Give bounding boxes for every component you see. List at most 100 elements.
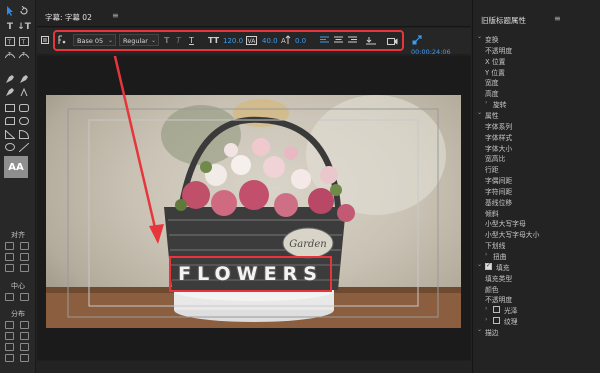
property-row[interactable]: 行距	[473, 164, 600, 174]
editor-menu-icon[interactable]: ≡	[112, 11, 119, 20]
background-video-sync-icon[interactable]	[412, 34, 422, 46]
vertical-path-type-icon[interactable]: T	[17, 48, 31, 60]
property-row[interactable]: 倾斜	[473, 208, 600, 218]
property-row[interactable]: 小型大写字母	[473, 218, 600, 228]
arc-icon[interactable]	[17, 128, 31, 140]
chevron-down-icon[interactable]: ⌄	[477, 261, 482, 268]
checkbox-checked[interactable]	[485, 262, 492, 270]
leading-value[interactable]: 0.0	[295, 37, 306, 45]
property-row[interactable]: 基线位移	[473, 197, 600, 207]
distribute-middle-icon[interactable]	[5, 343, 14, 351]
chevron-right-icon[interactable]: ›	[485, 316, 487, 323]
distribute-left-icon[interactable]	[5, 321, 14, 329]
delete-anchor-icon[interactable]	[3, 86, 17, 98]
center-vertical-icon[interactable]	[20, 293, 29, 301]
chevron-right-icon[interactable]: ›	[485, 251, 487, 258]
align-left-icon[interactable]	[5, 242, 14, 250]
toolbar-menu-icon[interactable]	[41, 34, 49, 46]
chevron-down-icon[interactable]: ⌄	[477, 33, 482, 40]
property-row[interactable]: 字体大小	[473, 143, 600, 153]
chevron-right-icon[interactable]: ›	[485, 305, 487, 312]
chevron-down-icon[interactable]: ⌄	[477, 326, 482, 333]
editor-tab-title[interactable]: 字幕: 字幕 02	[45, 12, 92, 23]
property-row[interactable]: 颜色	[473, 284, 600, 294]
pen-icon[interactable]	[3, 73, 17, 85]
distribute-top-icon[interactable]	[20, 332, 29, 340]
property-row[interactable]: ⌄ 属性	[473, 109, 600, 120]
property-row[interactable]: 字体系列	[473, 121, 600, 131]
show-background-video-icon[interactable]	[387, 34, 398, 46]
property-row[interactable]: 小型大写字母大小	[473, 229, 600, 239]
property-row[interactable]: 下划线	[473, 240, 600, 250]
area-type-icon[interactable]: T	[3, 35, 17, 47]
property-label: 字体系列	[485, 122, 513, 131]
property-row[interactable]: ⌄ 填充	[473, 261, 600, 272]
property-row[interactable]: › 纹理	[473, 316, 600, 326]
tab-stops-icon[interactable]	[366, 34, 376, 46]
italic-icon[interactable]: T	[176, 34, 181, 46]
center-horizontal-icon[interactable]	[5, 293, 14, 301]
property-row[interactable]: › 光泽	[473, 305, 600, 315]
property-row[interactable]: 高度	[473, 88, 600, 98]
distribute-right-icon[interactable]	[5, 332, 14, 340]
align-text-center-icon[interactable]	[334, 34, 343, 46]
bold-icon[interactable]: T	[164, 34, 169, 46]
distribute-bottom-icon[interactable]	[20, 343, 29, 351]
align-text-left-icon[interactable]	[320, 34, 329, 46]
ellipse-icon[interactable]	[3, 141, 17, 153]
align-horizontal-center-icon[interactable]	[20, 242, 29, 250]
wedge-icon[interactable]	[3, 128, 17, 140]
font-size-value[interactable]: 120.0	[223, 37, 243, 45]
type-icon[interactable]: T	[3, 21, 17, 33]
caption-text-box[interactable]: FLOWERS	[169, 256, 332, 292]
property-row[interactable]: ⌄ 变换	[473, 33, 600, 44]
property-row[interactable]: › 扭曲	[473, 251, 600, 261]
style-swatch[interactable]: AA	[4, 156, 28, 178]
align-top-icon[interactable]	[20, 253, 29, 261]
vertical-type-icon[interactable]: ↓T	[17, 21, 31, 33]
property-row[interactable]: 宽高比	[473, 153, 600, 163]
align-bottom-icon[interactable]	[20, 264, 29, 272]
timecode-display[interactable]: 00:00:24:06	[411, 48, 451, 56]
rectangle-icon[interactable]	[3, 102, 17, 114]
property-label: 高度	[485, 90, 499, 99]
property-row[interactable]: 字体样式	[473, 132, 600, 142]
rounded-rectangle-icon[interactable]	[17, 102, 31, 114]
font-browser-icon[interactable]	[58, 34, 66, 46]
property-row[interactable]: 不透明度	[473, 45, 600, 55]
font-family-select[interactable]: Base 05 ⌄	[73, 34, 116, 46]
align-right-icon[interactable]	[5, 253, 14, 261]
checkbox[interactable]	[493, 306, 500, 314]
property-row[interactable]: 填充类型	[473, 273, 600, 283]
align-vertical-center-icon[interactable]	[5, 264, 14, 272]
property-row[interactable]: Y 位置	[473, 67, 600, 77]
chevron-right-icon[interactable]: ›	[485, 99, 487, 106]
underline-icon[interactable]: T	[189, 34, 194, 46]
property-row[interactable]: 宽度	[473, 77, 600, 87]
distribute-center-icon[interactable]	[20, 321, 29, 329]
distribute-section-label: 分布	[11, 310, 25, 318]
add-anchor-icon[interactable]	[17, 73, 31, 85]
properties-menu-icon[interactable]: ≡	[554, 14, 561, 23]
font-style-select[interactable]: Regular ⌄	[119, 34, 159, 46]
align-text-right-icon[interactable]	[348, 34, 357, 46]
property-row[interactable]: 不透明度	[473, 294, 600, 304]
checkbox[interactable]	[493, 317, 500, 325]
line-icon[interactable]	[17, 141, 31, 153]
property-row[interactable]: X 位置	[473, 56, 600, 66]
distribute-horizontal-space-icon[interactable]	[5, 354, 14, 362]
rounded-corner-rectangle-icon[interactable]	[17, 115, 31, 127]
chevron-down-icon[interactable]: ⌄	[477, 109, 482, 116]
convert-anchor-icon[interactable]	[17, 86, 31, 98]
vertical-area-type-icon[interactable]: T	[17, 35, 31, 47]
rotate-icon[interactable]	[17, 5, 31, 17]
selection-icon[interactable]	[3, 5, 17, 17]
property-row[interactable]: 字偶间距	[473, 175, 600, 185]
kerning-value[interactable]: 40.0	[262, 37, 278, 45]
distribute-vertical-space-icon[interactable]	[20, 354, 29, 362]
property-row[interactable]: 字符间距	[473, 186, 600, 196]
clipped-corner-rectangle-icon[interactable]	[3, 115, 17, 127]
path-type-icon[interactable]: T	[3, 48, 17, 60]
property-row[interactable]: ⌄ 描边	[473, 326, 600, 337]
property-row[interactable]: › 旋转	[473, 99, 600, 109]
